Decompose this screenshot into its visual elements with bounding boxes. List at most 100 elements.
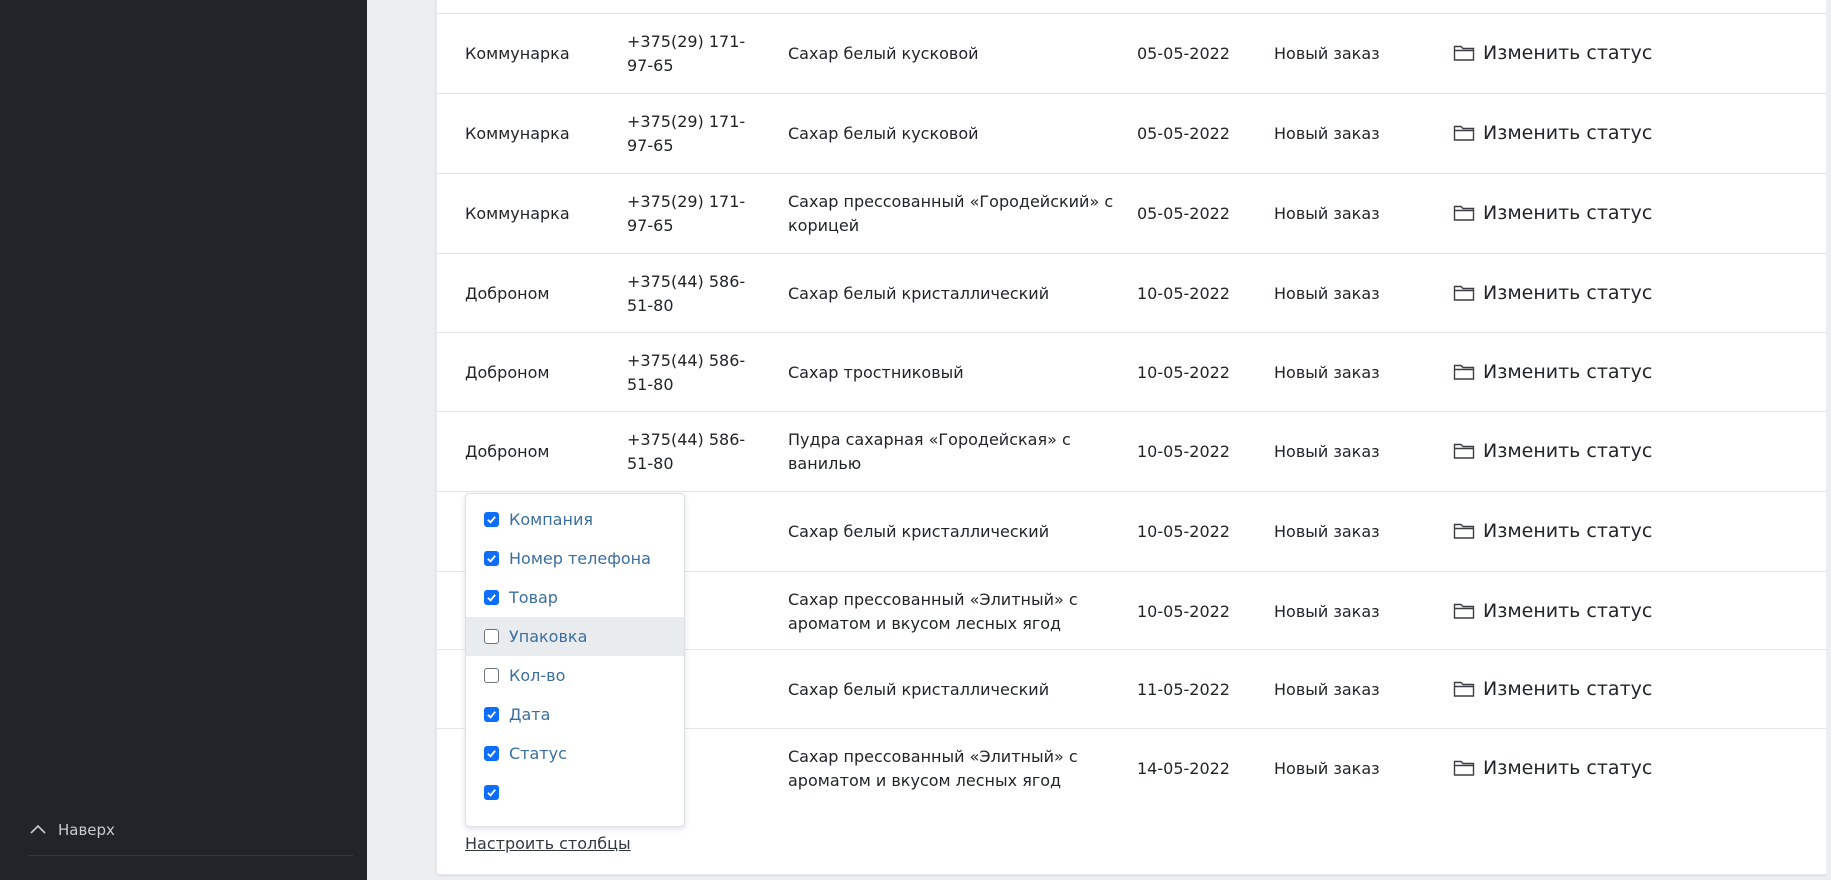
phone-cell: +375(44) 586-51-80 <box>627 430 746 473</box>
status-cell: Новый заказ <box>1274 284 1380 303</box>
column-option-label: Кол-во <box>509 666 566 685</box>
change-status-button[interactable]: Изменить статус <box>1453 599 1652 623</box>
date-cell: 05-05-2022 <box>1137 44 1230 63</box>
column-option-label: Товар <box>509 588 558 607</box>
column-option[interactable]: Статус <box>466 734 684 773</box>
change-status-button[interactable]: Изменить статус <box>1453 121 1652 145</box>
configure-columns-link[interactable]: Настроить столбцы <box>465 834 631 853</box>
date-cell: 11-05-2022 <box>1137 680 1230 699</box>
date-cell: 10-05-2022 <box>1137 284 1230 303</box>
company-cell: Коммунарка <box>465 204 570 223</box>
folder-icon <box>1453 204 1475 222</box>
change-status-button[interactable]: Изменить статус <box>1453 201 1652 225</box>
company-cell: Коммунарка <box>465 124 570 143</box>
folder-icon <box>1453 442 1475 460</box>
change-status-label: Изменить статус <box>1483 678 1653 700</box>
change-status-button[interactable]: Изменить статус <box>1453 677 1652 701</box>
folder-icon <box>1453 759 1475 777</box>
sidebar: Наверх <box>0 0 367 880</box>
product-cell: Сахар белый кусковой <box>788 44 979 63</box>
phone-cell: +375(29) 171-97-65 <box>627 192 746 235</box>
back-to-top-label: Наверх <box>58 821 115 839</box>
status-cell: Новый заказ <box>1274 442 1380 461</box>
column-option[interactable]: Номер телефона <box>466 539 684 578</box>
change-status-label: Изменить статус <box>1483 520 1653 542</box>
folder-icon <box>1453 522 1475 540</box>
sidebar-divider <box>28 855 353 856</box>
company-cell: Доброном <box>465 284 550 303</box>
folder-icon <box>1453 284 1475 302</box>
column-option-label: Упаковка <box>509 627 588 646</box>
change-status-label: Изменить статус <box>1483 361 1653 383</box>
status-cell: Новый заказ <box>1274 44 1380 63</box>
folder-icon <box>1453 602 1475 620</box>
checkbox-checked[interactable] <box>484 746 499 761</box>
checkbox-unchecked[interactable] <box>484 668 499 683</box>
product-cell: Сахар прессованный «Городейский» с кориц… <box>788 192 1114 235</box>
status-cell: Новый заказ <box>1274 522 1380 541</box>
checkbox-checked[interactable] <box>484 590 499 605</box>
product-cell: Сахар прессованный «Элитный» с ароматом … <box>788 747 1078 790</box>
change-status-button[interactable]: Изменить статус <box>1453 439 1652 463</box>
change-status-button[interactable]: Изменить статус <box>1453 281 1652 305</box>
checkbox-checked[interactable] <box>484 551 499 566</box>
column-option-label: Компания <box>509 510 593 529</box>
column-picker-dropdown: Компания Номер телефона Товар Упаковка Кол-в… <box>465 493 685 827</box>
company-cell: Доброном <box>465 363 550 382</box>
company-cell: Коммунарка <box>465 44 570 63</box>
date-cell: 05-05-2022 <box>1137 204 1230 223</box>
column-option[interactable]: Товар <box>466 578 684 617</box>
folder-icon <box>1453 44 1475 62</box>
column-option[interactable] <box>466 773 684 812</box>
folder-icon <box>1453 363 1475 381</box>
table-row: Коммунарка +375(29) 171-97-65 Сахар белый … <box>437 13 1830 93</box>
back-to-top-link[interactable]: Наверх <box>28 820 115 840</box>
change-status-button[interactable]: Изменить статус <box>1453 756 1652 780</box>
phone-cell: +375(44) 586-51-80 <box>627 272 746 315</box>
table-row: Коммунарка +375(29) 171-97-65 Сахар белый … <box>437 93 1830 173</box>
folder-icon <box>1453 680 1475 698</box>
product-cell: Сахар тростниковый <box>788 363 964 382</box>
product-cell: Сахар белый кристаллический <box>788 680 1050 699</box>
change-status-label: Изменить статус <box>1483 757 1653 779</box>
product-cell: Сахар белый кристаллический <box>788 522 1050 541</box>
phone-cell: +375(29) 171-97-65 <box>627 32 746 75</box>
product-cell: Пудра сахарная «Городейская» с ванилью <box>788 430 1071 473</box>
status-cell: Новый заказ <box>1274 124 1380 143</box>
change-status-label: Изменить статус <box>1483 42 1653 64</box>
checkbox-checked[interactable] <box>484 785 499 800</box>
status-cell: Новый заказ <box>1274 759 1380 778</box>
column-option-label: Номер телефона <box>509 549 651 568</box>
checkbox-checked[interactable] <box>484 707 499 722</box>
column-option[interactable]: Компания <box>466 500 684 539</box>
column-option[interactable]: Кол-во <box>466 656 684 695</box>
product-cell: Сахар белый кристаллический <box>788 284 1050 303</box>
column-option[interactable]: Дата <box>466 695 684 734</box>
date-cell: 14-05-2022 <box>1137 759 1230 778</box>
table-row: Доброном +375(44) 586-51-80 Сахар белый кр… <box>437 253 1830 333</box>
date-cell: 10-05-2022 <box>1137 363 1230 382</box>
checkbox-unchecked[interactable] <box>484 629 499 644</box>
table-row: Доброном +375(44) 586-51-80 Сахар тростник… <box>437 332 1830 412</box>
column-option[interactable]: Упаковка <box>466 617 684 656</box>
product-cell: Сахар белый кусковой <box>788 124 979 143</box>
table-row: Доброном +375(44) 586-51-80 Пудра сахарная… <box>437 411 1830 491</box>
company-cell: Доброном <box>465 442 550 461</box>
phone-cell: +375(29) 171-97-65 <box>627 112 746 155</box>
change-status-label: Изменить статус <box>1483 282 1653 304</box>
change-status-button[interactable]: Изменить статус <box>1453 519 1652 543</box>
date-cell: 10-05-2022 <box>1137 602 1230 621</box>
status-cell: Новый заказ <box>1274 680 1380 699</box>
date-cell: 05-05-2022 <box>1137 124 1230 143</box>
change-status-button[interactable]: Изменить статус <box>1453 41 1652 65</box>
change-status-label: Изменить статус <box>1483 440 1653 462</box>
change-status-button[interactable]: Изменить статус <box>1453 360 1652 384</box>
status-cell: Новый заказ <box>1274 602 1380 621</box>
product-cell: Сахар прессованный «Элитный» с ароматом … <box>788 590 1078 633</box>
table-row: Коммунарка +375(29) 171-97-65 Сахар прессо… <box>437 173 1830 253</box>
change-status-label: Изменить статус <box>1483 202 1653 224</box>
checkbox-checked[interactable] <box>484 512 499 527</box>
column-option-label: Дата <box>509 705 551 724</box>
folder-icon <box>1453 124 1475 142</box>
scrollbar[interactable] <box>1826 0 1831 880</box>
